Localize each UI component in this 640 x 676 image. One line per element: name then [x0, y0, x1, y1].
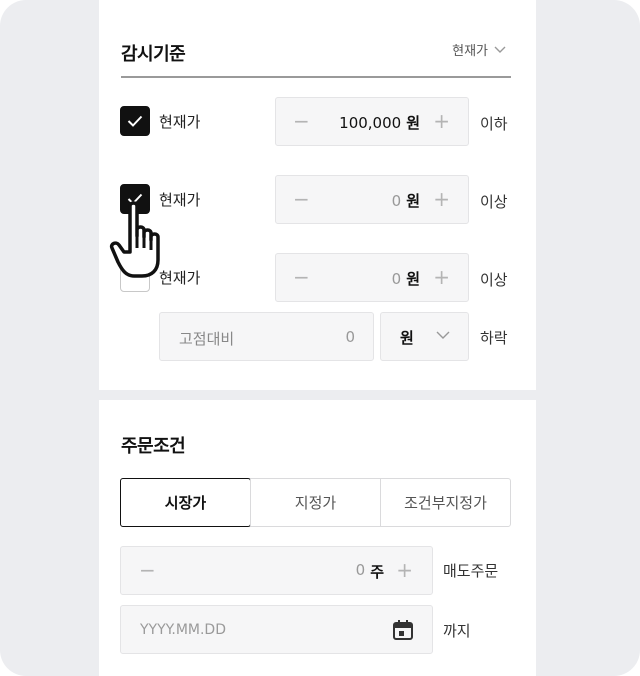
row3-price-unit: 원 [406, 270, 420, 288]
app-frame: 감시기준 현재가 현재가 − 100,000 원 + 이하 현재가 − 0 원 … [0, 0, 640, 676]
quantity-number: 0 [355, 561, 366, 579]
plus-button[interactable]: + [396, 559, 413, 581]
basis-select[interactable]: 현재가 [452, 40, 506, 59]
date-placeholder: YYYY.MM.DD [140, 622, 226, 638]
order-conditions-panel: 주문조건 시장가 지정가 조건부지정가 − 0 주 + 매도주문 YYYY.MM… [99, 400, 536, 676]
row1-price-unit: 원 [406, 114, 420, 132]
row3-price-value[interactable]: 0 원 [392, 268, 420, 289]
basis-select-value: 현재가 [452, 44, 488, 59]
drop-from-high-value: 0 [345, 328, 355, 346]
drop-from-high-placeholder: 고점대비 [179, 330, 235, 348]
drop-condition: 하락 [480, 329, 508, 347]
plus-button[interactable]: + [433, 188, 450, 210]
drop-from-high-input[interactable]: 고점대비 0 [159, 312, 374, 361]
check-icon [127, 115, 143, 127]
row1-price-stepper: − 100,000 원 + [275, 97, 469, 146]
chevron-down-icon [436, 331, 450, 339]
tab-conditional-limit-order[interactable]: 조건부지정가 [380, 479, 510, 526]
minus-button[interactable]: − [293, 110, 310, 132]
calendar-icon[interactable] [391, 618, 415, 642]
row3-condition: 이상 [480, 271, 508, 289]
title-divider [121, 76, 511, 78]
order-type-tabs: 시장가 지정가 조건부지정가 [120, 478, 511, 527]
unit-select-value: 원 [400, 329, 414, 347]
until-label: 까지 [443, 622, 471, 640]
quantity-value[interactable]: 0 주 [356, 561, 384, 582]
watch-criteria-title: 감시기준 [121, 44, 186, 65]
unit-select[interactable]: 원 [380, 312, 469, 361]
row1-price-value[interactable]: 100,000 원 [339, 112, 420, 133]
row1-price-number: 100,000 [339, 114, 402, 132]
minus-button[interactable]: − [139, 559, 156, 581]
sell-order-label: 매도주문 [443, 562, 499, 580]
quantity-unit: 주 [370, 563, 384, 581]
quantity-stepper: − 0 주 + [120, 546, 433, 595]
tab-market-order[interactable]: 시장가 [120, 478, 251, 527]
row2-price-number: 0 [391, 192, 402, 210]
tab-limit-order[interactable]: 지정가 [250, 479, 380, 526]
row1-label: 현재가 [159, 113, 201, 131]
row3-price-stepper: − 0 원 + [275, 253, 469, 302]
minus-button[interactable]: − [293, 188, 310, 210]
chevron-down-icon [494, 46, 506, 53]
row2-price-unit: 원 [406, 192, 420, 210]
until-date-input[interactable]: YYYY.MM.DD [120, 605, 433, 654]
row2-price-stepper: − 0 원 + [275, 175, 469, 224]
watch-criteria-panel: 감시기준 현재가 현재가 − 100,000 원 + 이하 현재가 − 0 원 … [99, 0, 536, 390]
row2-condition: 이상 [480, 193, 508, 211]
plus-button[interactable]: + [433, 266, 450, 288]
minus-button[interactable]: − [293, 266, 310, 288]
hand-pointer-icon [109, 201, 160, 278]
row2-price-value[interactable]: 0 원 [392, 190, 420, 211]
order-conditions-title: 주문조건 [121, 436, 186, 457]
row3-price-number: 0 [391, 270, 402, 288]
plus-button[interactable]: + [433, 110, 450, 132]
row1-condition: 이하 [480, 115, 508, 133]
row1-checkbox[interactable] [120, 106, 150, 136]
